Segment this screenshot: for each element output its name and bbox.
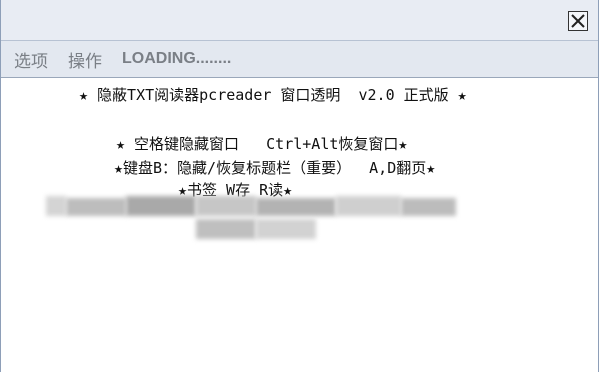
menu-item-actions[interactable]: 操作 [68, 47, 102, 72]
app-window: 选项 操作 LOADING........ ★ 隐蔽TXT阅读器pcreader… [0, 0, 599, 372]
instruction-line-hide: ★ 空格键隐藏窗口 Ctrl+Alt恢复窗口★ [116, 135, 408, 153]
menu-bar: 选项 操作 LOADING........ [1, 41, 598, 78]
close-button[interactable] [568, 11, 588, 31]
loading-text: LOADING........ [122, 50, 232, 67]
menu-item-options[interactable]: 选项 [14, 47, 48, 72]
reader-content: ★ 隐蔽TXT阅读器pcreader 窗口透明 v2.0 正式版 ★ ★ 空格键… [1, 79, 598, 372]
instruction-line-keyboard: ★键盘B：隐藏/恢复标题栏（重要） A,D翻页★ [114, 159, 436, 177]
close-icon [571, 14, 585, 28]
title-bar[interactable] [1, 0, 598, 41]
instruction-line-title: ★ 隐蔽TXT阅读器pcreader 窗口透明 v2.0 正式版 ★ [79, 86, 467, 104]
